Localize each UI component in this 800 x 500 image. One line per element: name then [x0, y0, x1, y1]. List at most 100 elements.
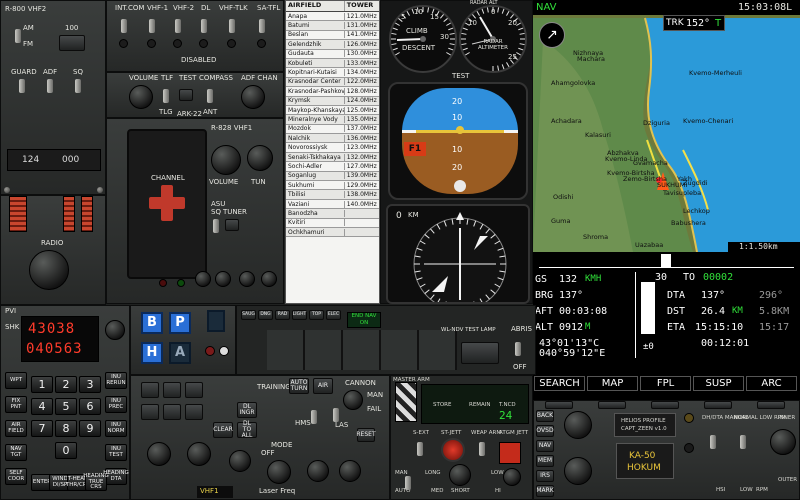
pvi-digit-key[interactable]: 9: [79, 420, 101, 437]
dl-button-h[interactable]: H: [141, 342, 163, 364]
inner-knob[interactable]: [770, 429, 796, 455]
abris-side-button[interactable]: NAV: [536, 440, 554, 452]
nav-button-search[interactable]: SEARCH: [534, 376, 585, 391]
dl-button-a[interactable]: A: [169, 342, 191, 364]
las-switch[interactable]: [333, 408, 339, 422]
pvi-digit-key[interactable]: 4: [31, 398, 53, 415]
knob-small-2[interactable]: [215, 271, 231, 287]
guard-switch[interactable]: [19, 79, 25, 93]
adf-compass-switch[interactable]: [207, 89, 213, 103]
target-panel-button[interactable]: [185, 404, 203, 420]
reset-knob[interactable]: [307, 460, 329, 482]
tuner-wheel-3[interactable]: [81, 196, 93, 232]
pvi-key-right[interactable]: INU RERUN: [105, 372, 127, 389]
rpm-switch[interactable]: [740, 435, 746, 449]
r828-tun-knob[interactable]: [247, 145, 273, 171]
panel-button[interactable]: ELEC: [326, 310, 341, 320]
abris-softkey[interactable]: [757, 401, 785, 409]
rate-knob[interactable]: [503, 468, 521, 486]
st-jett-button[interactable]: [441, 438, 465, 462]
target-panel-button[interactable]: [141, 404, 159, 420]
am-fm-switch[interactable]: [15, 29, 21, 43]
pvi-key-right[interactable]: INU NORM: [105, 420, 127, 437]
pvi-digit-key[interactable]: 8: [55, 420, 77, 437]
tuner-wheel-2[interactable]: [63, 196, 75, 232]
vhf-tlk-switch[interactable]: [229, 19, 235, 33]
s-ext-switch[interactable]: [417, 442, 423, 456]
pvi-key-bottom[interactable]: HEADING TRUE CRS: [83, 473, 109, 491]
mode-knob[interactable]: [229, 450, 251, 472]
mode-ab-knob[interactable]: [339, 460, 361, 482]
nav-button-fpl[interactable]: FPL: [640, 376, 691, 391]
emer-button[interactable]: [59, 35, 85, 51]
pvi-brightness-knob[interactable]: [105, 320, 125, 340]
channel-knob-icon-v[interactable]: [161, 185, 173, 221]
end-nav-button[interactable]: END NAV ON: [347, 312, 381, 328]
man-auto-switch[interactable]: [405, 476, 411, 490]
pvi-digit-key[interactable]: 2: [55, 376, 77, 393]
abris-side-button[interactable]: MARK: [536, 485, 554, 497]
knob-small-3[interactable]: [239, 271, 255, 287]
adf-test-button[interactable]: [179, 89, 193, 101]
pvi-digit-key[interactable]: 7: [31, 420, 53, 437]
adf-tlf-switch[interactable]: [163, 89, 169, 103]
target-panel-button[interactable]: [163, 404, 181, 420]
panel-button[interactable]: TOP: [309, 310, 324, 320]
vhf1-channel-knob[interactable]: [147, 442, 171, 466]
abris-cursor-knob[interactable]: [564, 457, 592, 485]
panel-button[interactable]: LIGHT: [292, 310, 307, 320]
abris-side-button[interactable]: BACK: [536, 410, 554, 422]
pvi-digit-key[interactable]: 3: [79, 376, 101, 393]
r828-tuner-button[interactable]: [225, 219, 239, 231]
target-panel-button[interactable]: [141, 382, 159, 398]
panel-button[interactable]: RAD: [275, 310, 290, 320]
pvi-key-wpt[interactable]: WPT: [5, 372, 27, 389]
dl-ingr-button[interactable]: DL INGR: [237, 402, 257, 418]
abris-power-switch[interactable]: [515, 342, 521, 356]
sq-switch[interactable]: [75, 79, 81, 93]
abris-side-button[interactable]: IRS: [536, 470, 554, 482]
pvi-key-fix-pnt[interactable]: FIX PNT: [5, 396, 27, 413]
laser-freq-knob[interactable]: [267, 460, 291, 484]
abris-softkey[interactable]: [651, 401, 679, 409]
pvi-key-right[interactable]: INU PREC: [105, 396, 127, 413]
dl-to-all-button[interactable]: DL TO ALL: [237, 420, 257, 439]
weap-arm-switch[interactable]: [479, 442, 485, 456]
pvi-key-right[interactable]: INU TEST: [105, 444, 127, 461]
abris-softkey[interactable]: [704, 401, 732, 409]
intercom-switch[interactable]: [121, 19, 127, 33]
knob-small-1[interactable]: [195, 271, 211, 287]
vhf1-switch[interactable]: [149, 19, 155, 33]
adf-channel-knob[interactable]: [241, 85, 265, 109]
r828-sq-switch[interactable]: [213, 219, 219, 233]
radio-channel-knob[interactable]: [29, 250, 69, 290]
vhf2-switch[interactable]: [175, 19, 181, 33]
abris-softkey[interactable]: [598, 401, 626, 409]
adf-volume-knob[interactable]: [129, 85, 153, 109]
pvi-key-air-field[interactable]: AIR FIELD: [5, 420, 27, 437]
target-panel-button[interactable]: [163, 382, 181, 398]
cannon-mode-knob[interactable]: [343, 390, 363, 410]
nav-button-map[interactable]: MAP: [587, 376, 638, 391]
pvi-key-nav-tgt[interactable]: NAV TGT: [5, 444, 27, 461]
nav-button-susp[interactable]: SUSP: [693, 376, 744, 391]
panel-button[interactable]: DNG: [258, 310, 273, 320]
auto-turn-button[interactable]: AUTO TURN: [289, 378, 309, 394]
radio-selector-knob[interactable]: [187, 442, 211, 466]
abris-brightness-knob[interactable]: [564, 411, 592, 439]
target-panel-button[interactable]: [185, 382, 203, 398]
master-arm-cover[interactable]: [395, 382, 417, 422]
dl-button-p[interactable]: P: [169, 312, 191, 334]
abris-side-button[interactable]: OVSD: [536, 425, 554, 437]
atgm-jett-button[interactable]: [499, 442, 521, 464]
dl-button-b[interactable]: B: [141, 312, 163, 334]
pvi-digit-key[interactable]: 0: [55, 442, 77, 459]
dh-dta-switch[interactable]: [710, 435, 716, 449]
wl-test-button[interactable]: [461, 342, 499, 364]
sa-tfl-switch[interactable]: [259, 19, 265, 33]
burst-length-knob[interactable]: [449, 464, 471, 486]
r828-volume-knob[interactable]: [211, 145, 241, 175]
air-button[interactable]: AIR: [313, 378, 333, 394]
panel-button[interactable]: SAUG: [241, 310, 256, 320]
reset-button[interactable]: RESET: [356, 428, 376, 442]
